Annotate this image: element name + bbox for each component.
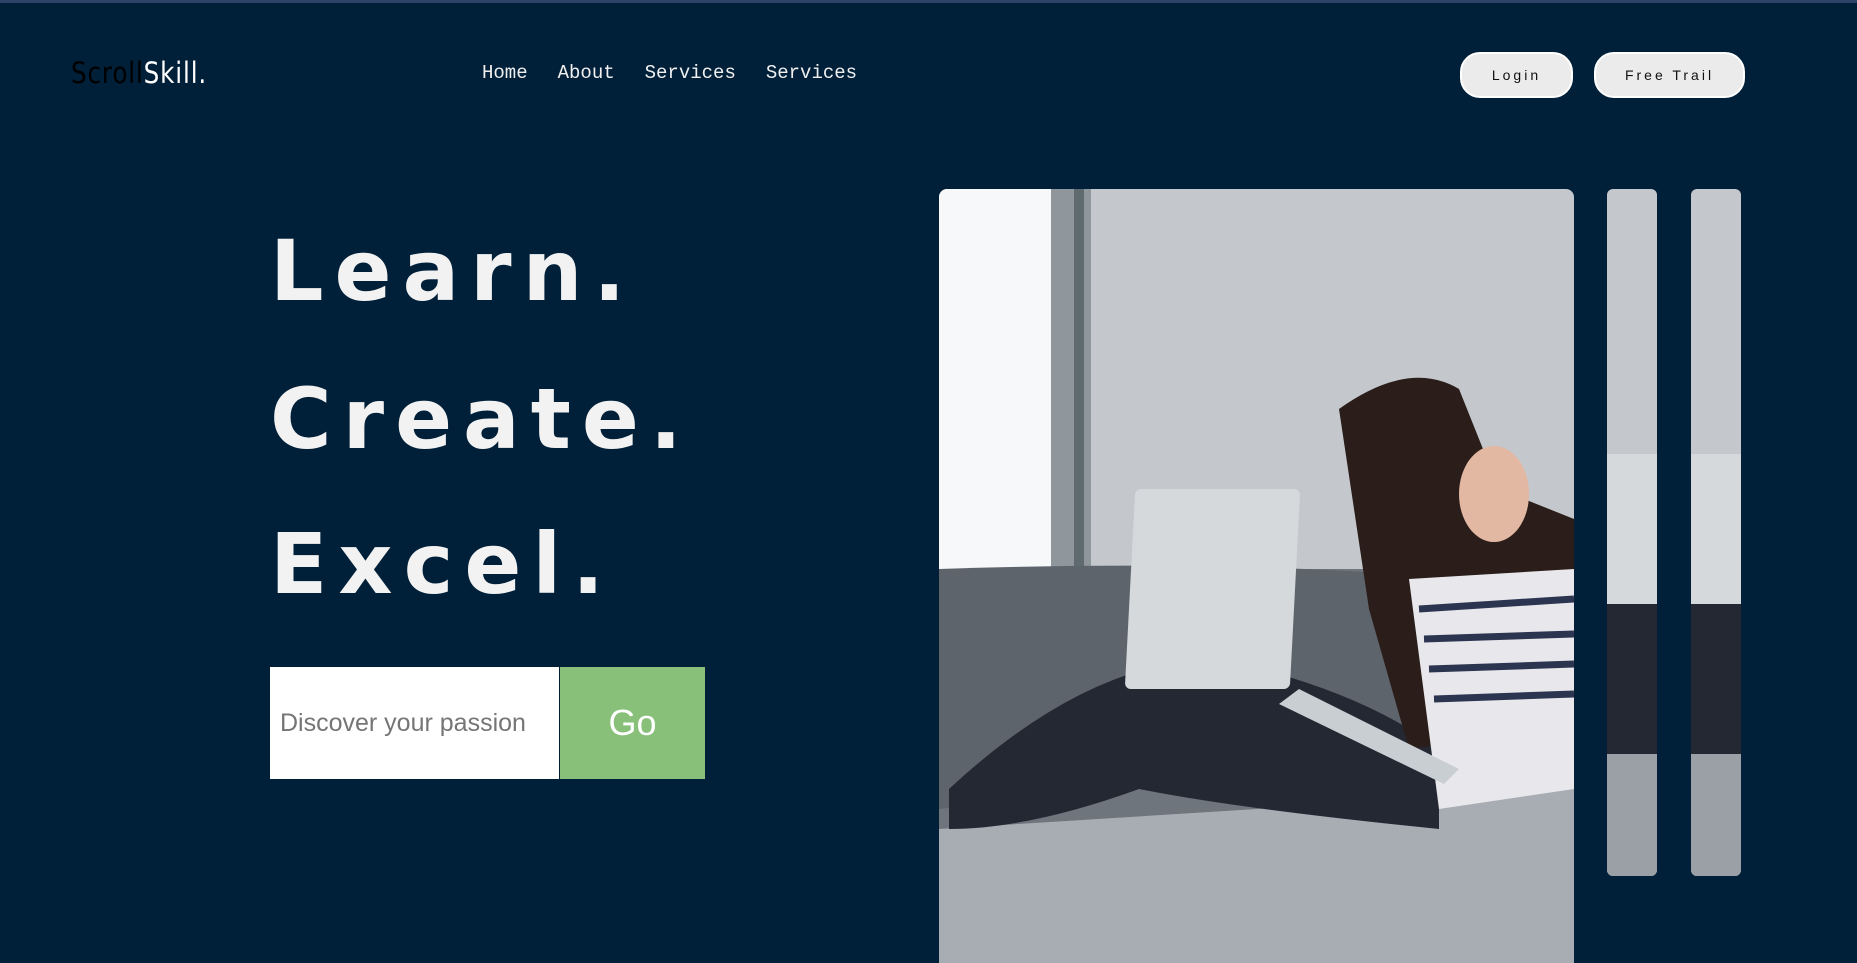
nav-services[interactable]: Services — [645, 62, 736, 84]
main-nav: Home About Services Services — [482, 62, 857, 84]
logo-part2: Skill. — [143, 56, 208, 90]
top-border — [0, 0, 1857, 3]
carousel-slide-preview-2[interactable] — [1691, 189, 1741, 876]
hero-line-excel: Excel. — [270, 515, 616, 613]
carousel-slide-preview[interactable] — [1607, 189, 1657, 876]
hero-image — [939, 189, 1574, 963]
nav-about[interactable]: About — [558, 62, 615, 84]
search-input[interactable] — [270, 667, 559, 779]
nav-home[interactable]: Home — [482, 62, 528, 84]
logo-part1: Scroll — [71, 56, 144, 90]
nav-services-2[interactable]: Services — [766, 62, 857, 84]
hero-line-learn: Learn. — [270, 222, 637, 320]
free-trial-button[interactable]: Free Trail — [1594, 52, 1745, 98]
hero-line-create: Create. — [270, 370, 693, 468]
go-button[interactable]: Go — [560, 667, 705, 779]
login-button[interactable]: Login — [1460, 52, 1573, 98]
logo[interactable]: ScrollSkill. — [71, 56, 207, 90]
